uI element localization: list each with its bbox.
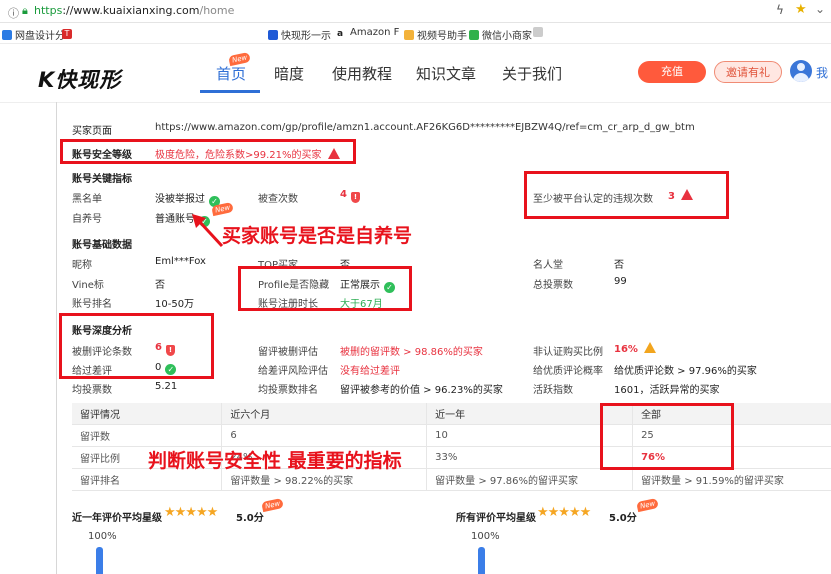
total-votes-label: 总投票数 (533, 280, 573, 291)
rating-stars-icon: ★★★★★ (164, 505, 218, 520)
account-rank-label: 账号排名 (72, 299, 112, 310)
reported-label: 被查次数 (258, 194, 298, 205)
bookmark-favicon-icon (404, 30, 414, 40)
bar-value-label: 100% (471, 531, 500, 542)
info-icon[interactable]: ⓘ (8, 5, 19, 21)
avg-votes-value: 5.21 (155, 381, 178, 392)
non-verified-value: 16% (614, 342, 656, 355)
hall-of-fame-value: 否 (614, 260, 624, 271)
table-cell: 留评数 (72, 424, 223, 447)
total-votes-value: 99 (614, 276, 627, 287)
buyer-url-value[interactable]: https://www.amazon.com/gp/profile/amzn1.… (155, 122, 695, 133)
lock-icon: 🔒︎ (22, 4, 28, 17)
table-cell: 留评数量 > 91.59%的留评买家 (632, 468, 831, 491)
bookmark-item[interactable]: 视频号助手 (404, 27, 467, 42)
bad-review-risk-label: 给差评风险评估 (258, 366, 328, 377)
rating-bar (478, 547, 485, 574)
bookmarks-bar: 网盘设计分 T 快现形一示 a Amazon F 视频号助手 微信小商家 (0, 23, 831, 44)
account-rank-value: 10-50万 (155, 299, 195, 310)
amazon-icon: a (337, 29, 347, 39)
browser-url-bar[interactable]: ⓘ 🔒︎ https://www.kuaixianxing.com/home ϟ… (0, 0, 831, 23)
buyer-url-label: 买家页面 (72, 126, 112, 137)
all-rating-value: 5.0分 (609, 513, 637, 524)
key-indicators-title: 账号关键指标 (72, 174, 132, 185)
nav-about[interactable]: 关于我们 (502, 63, 562, 84)
year-rating-value: 5.0分 (236, 513, 264, 524)
user-menu-label[interactable]: 我 (816, 64, 828, 81)
bookmark-item[interactable]: a Amazon F (337, 27, 399, 39)
vine-value: 否 (155, 280, 165, 291)
nav-home[interactable]: 首页 (216, 63, 246, 84)
non-verified-label: 非认证购买比例 (533, 347, 603, 358)
bookmark-item[interactable]: 网盘设计分 (2, 27, 65, 42)
bookmark-favicon-icon (533, 27, 543, 37)
avg-votes-rank-label: 均投票数排名 (258, 385, 318, 396)
nickname-value: Eml***Fox (155, 256, 206, 267)
highlight-box (59, 313, 214, 379)
invite-button[interactable]: 邀请有礼 (714, 61, 782, 83)
highlight-box (238, 266, 412, 311)
avg-votes-label: 均投票数 (72, 385, 112, 396)
shield-icon: ! (350, 192, 360, 203)
activity-value: 1601，活跃异常的买家 (614, 385, 720, 396)
nav-articles[interactable]: 知识文章 (416, 63, 476, 84)
self-account-label: 自养号 (72, 214, 102, 225)
bookmark-item[interactable] (533, 27, 546, 39)
hall-of-fame-label: 名人堂 (533, 260, 563, 271)
nav-item[interactable]: 暗度 (274, 63, 304, 84)
table-cell: 6 (221, 424, 428, 447)
warning-icon (643, 342, 656, 353)
content-border (56, 102, 57, 574)
bar-value-label: 100% (88, 531, 117, 542)
avg-votes-rank-value: 留评被参考的价值 > 96.23%的买家 (340, 385, 503, 396)
blacklist-value: 没被举报过 ✓ (155, 190, 220, 207)
bookmark-favicon-icon: T (62, 29, 72, 39)
table-header-cell: 近六个月 (221, 403, 428, 425)
new-badge: New (636, 497, 660, 513)
bookmark-item[interactable]: 快现形一示 (268, 27, 331, 42)
url-text[interactable]: https://www.kuaixianxing.com/home (34, 4, 234, 17)
basic-data-title: 账号基础数据 (72, 240, 132, 251)
vine-label: Vine标 (72, 280, 104, 291)
highlight-box (524, 171, 729, 219)
bookmark-favicon-icon (268, 30, 278, 40)
rating-bar (96, 547, 103, 574)
blacklist-label: 黑名单 (72, 194, 102, 205)
year-rating-label: 近一年评价平均星级 (72, 513, 162, 524)
nav-tutorial[interactable]: 使用教程 (332, 63, 392, 84)
table-header-cell: 留评情况 (72, 403, 223, 425)
table-cell: 留评数量 > 97.86%的留评买家 (426, 468, 634, 491)
site-logo[interactable]: K快现形 (38, 64, 121, 94)
bad-review-risk-value: 没有给过差评 (340, 366, 400, 377)
user-avatar[interactable] (790, 60, 812, 82)
reported-value: 4! (340, 189, 360, 203)
annotation-self-account: 买家账号是否是自养号 (222, 225, 413, 247)
wechat-icon (469, 30, 479, 40)
rating-stars-icon: ★★★★★ (537, 505, 591, 520)
deleted-estimate-label: 留评被删评估 (258, 347, 318, 358)
all-rating-label: 所有评价平均星级 (456, 513, 536, 524)
new-badge: New (261, 497, 285, 513)
recharge-button[interactable]: 充值 (638, 61, 706, 83)
bookmark-star-icon[interactable]: ★ (795, 2, 807, 17)
annotation-key-indicator: 判断账号安全性 最重要的指标 (148, 450, 402, 472)
good-review-value: 给优质评论数 > 97.96%的买家 (614, 366, 757, 377)
deleted-estimate-value: 被删的留评数 > 98.86%的买家 (340, 347, 483, 358)
bookmark-item[interactable]: T (62, 27, 75, 39)
highlight-box (60, 139, 356, 164)
nickname-label: 昵称 (72, 260, 92, 271)
chevron-down-icon[interactable]: ⌄ (815, 2, 825, 16)
lightning-icon[interactable]: ϟ (776, 3, 784, 17)
nav-active-underline (200, 90, 260, 93)
activity-label: 活跃指数 (533, 385, 573, 396)
bookmark-favicon-icon (2, 30, 12, 40)
good-review-label: 给优质评论概率 (533, 366, 603, 377)
highlight-box (600, 403, 734, 470)
bookmark-item[interactable]: 微信小商家 (469, 27, 532, 42)
